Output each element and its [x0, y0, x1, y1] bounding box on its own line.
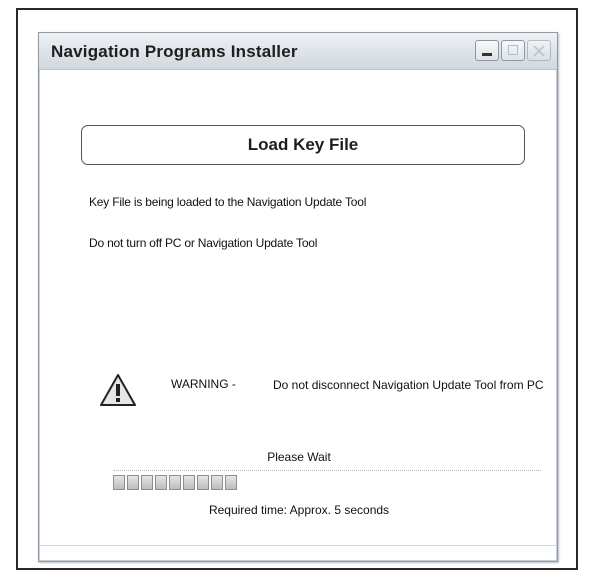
progress-block [197, 475, 209, 490]
status-caution-text: Do not turn off PC or Navigation Update … [89, 236, 318, 250]
divider [39, 545, 557, 546]
progress-block [169, 475, 181, 490]
warning-message: Do not disconnect Navigation Update Tool… [273, 378, 544, 392]
progress-block [183, 475, 195, 490]
progress-bar [113, 475, 237, 490]
window-title: Navigation Programs Installer [51, 42, 298, 61]
status-loading-text: Key File is being loaded to the Navigati… [89, 195, 367, 209]
progress-block [155, 475, 167, 490]
minimize-icon[interactable] [475, 40, 499, 61]
progress-block [127, 475, 139, 490]
progress-block [141, 475, 153, 490]
progress-block [211, 475, 223, 490]
installer-window: Navigation Programs Installer Load Key F… [38, 32, 558, 562]
please-wait-text: Please Wait [267, 450, 331, 464]
warning-triangle-icon [100, 374, 136, 406]
screenshot-frame: Navigation Programs Installer Load Key F… [16, 8, 578, 570]
load-key-file-button[interactable]: Load Key File [81, 125, 525, 165]
close-icon[interactable] [527, 40, 551, 61]
maximize-icon[interactable] [501, 40, 525, 61]
warning-label: WARNING - [171, 377, 236, 391]
progress-block [225, 475, 237, 490]
title-bar[interactable]: Navigation Programs Installer [39, 33, 557, 70]
required-time-text: Required time: Approx. 5 seconds [208, 503, 390, 517]
window-controls [475, 40, 551, 61]
progress-block [113, 475, 125, 490]
